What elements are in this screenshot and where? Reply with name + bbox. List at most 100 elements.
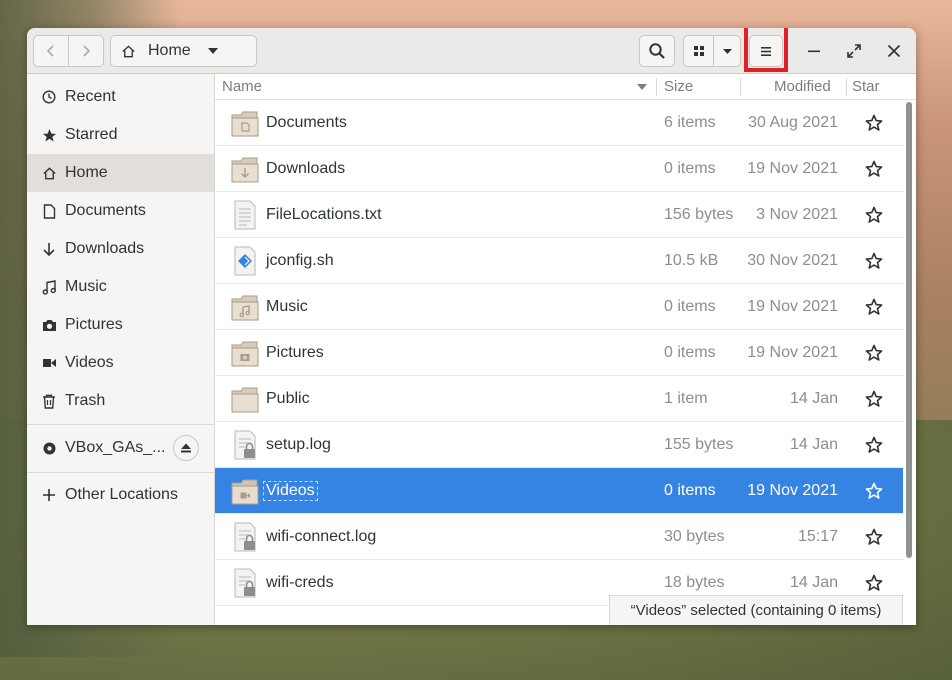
file-modified: 14 Jan (789, 574, 838, 591)
text-file-icon (234, 200, 256, 230)
sidebar-item-label: Videos (65, 354, 114, 371)
locked-file-icon (234, 568, 256, 598)
view-mode-button[interactable] (683, 35, 714, 67)
back-button[interactable] (33, 35, 69, 67)
sidebar-item-home[interactable]: Home (27, 154, 214, 192)
column-modified-header[interactable]: Modified (774, 78, 831, 95)
star-toggle-icon[interactable] (865, 160, 883, 178)
maximize-button[interactable] (838, 35, 870, 67)
sidebar-item-label: Music (65, 278, 107, 295)
file-name: wifi-creds (266, 574, 334, 591)
column-name-header[interactable]: Name (222, 78, 262, 95)
file-row[interactable]: Pictures 0 items 19 Nov 2021 (215, 330, 903, 376)
star-toggle-icon[interactable] (865, 482, 883, 500)
file-row[interactable]: Downloads 0 items 19 Nov 2021 (215, 146, 903, 192)
file-size: 6 items (664, 114, 716, 131)
home-icon (41, 165, 57, 181)
sidebar-item-label: Home (65, 164, 108, 181)
folder-icon (231, 479, 259, 505)
view-options-button[interactable] (714, 35, 741, 67)
star-toggle-icon[interactable] (865, 252, 883, 270)
file-size: 156 bytes (664, 206, 734, 223)
file-size: 1 item (664, 390, 708, 407)
script-file-icon (234, 246, 256, 276)
caret-down-icon (722, 48, 732, 54)
forward-button[interactable] (69, 35, 104, 67)
file-modified: 30 Nov 2021 (747, 252, 838, 269)
folder-icon (231, 295, 259, 321)
eject-button[interactable] (173, 435, 199, 461)
file-size: 18 bytes (664, 574, 725, 591)
grid-view-icon (693, 46, 704, 56)
eject-icon (181, 443, 191, 453)
file-modified: 14 Jan (789, 390, 838, 407)
star-toggle-icon[interactable] (865, 574, 883, 592)
sidebar-item-starred[interactable]: Starred (27, 116, 214, 154)
sidebar-item-recent[interactable]: Recent (27, 78, 214, 116)
search-icon (649, 43, 665, 59)
folder-icon (231, 111, 259, 137)
star-toggle-icon[interactable] (865, 528, 883, 546)
file-row[interactable]: FileLocations.txt 156 bytes 3 Nov 2021 (215, 192, 903, 238)
sidebar-item-downloads[interactable]: Downloads (27, 230, 214, 268)
sidebar-separator (27, 424, 214, 425)
sidebar-item-documents[interactable]: Documents (27, 192, 214, 230)
search-button[interactable] (639, 35, 675, 67)
disc-icon (41, 440, 57, 456)
file-size: 0 items (664, 344, 716, 361)
sidebar-item-label: VBox_GAs_... (65, 439, 166, 456)
caret-down-icon (207, 48, 218, 54)
path-label: Home (148, 42, 191, 59)
minimize-button[interactable] (798, 35, 830, 67)
path-bar-button[interactable]: Home (110, 35, 257, 67)
sidebar-item-pictures[interactable]: Pictures (27, 306, 214, 344)
sidebar-item-music[interactable]: Music (27, 268, 214, 306)
close-button[interactable] (878, 35, 910, 67)
file-name: Public (266, 390, 310, 407)
star-toggle-icon[interactable] (865, 436, 883, 454)
file-row[interactable]: Music 0 items 19 Nov 2021 (215, 284, 903, 330)
file-row[interactable]: jconfig.sh 10.5 kB 30 Nov 2021 (215, 238, 903, 284)
column-header: Name Size Modified Star (215, 74, 916, 100)
file-row[interactable]: Public 1 item 14 Jan (215, 376, 903, 422)
star-toggle-icon[interactable] (865, 344, 883, 362)
sidebar-item-label: Recent (65, 88, 116, 105)
file-row[interactable]: Documents 6 items 30 Aug 2021 (215, 100, 903, 146)
download-icon (41, 241, 57, 257)
sidebar-item-trash[interactable]: Trash (27, 382, 214, 420)
file-modified: 30 Aug 2021 (748, 114, 838, 131)
column-size-header[interactable]: Size (664, 78, 693, 95)
scrollbar-thumb[interactable] (906, 102, 912, 558)
maximize-icon (847, 44, 861, 58)
sidebar-item-label: Pictures (65, 316, 123, 333)
highlight-box (744, 28, 788, 72)
file-modified: 15:17 (797, 528, 838, 545)
star-toggle-icon[interactable] (865, 206, 883, 224)
star-toggle-icon[interactable] (865, 114, 883, 132)
header-bar: Home (27, 28, 916, 74)
file-manager-window: Home Recent Starred Home Documents Downl… (27, 28, 916, 625)
star-toggle-icon[interactable] (865, 298, 883, 316)
locked-file-icon (234, 522, 256, 552)
file-name: jconfig.sh (266, 252, 334, 269)
file-modified: 14 Jan (789, 436, 838, 453)
clock-icon (41, 89, 57, 105)
column-separator (846, 78, 847, 96)
sidebar-item-other-locations[interactable]: Other Locations (27, 476, 214, 514)
star-toggle-icon[interactable] (865, 390, 883, 408)
file-row[interactable]: setup.log 155 bytes 14 Jan (215, 422, 903, 468)
file-modified: 19 Nov 2021 (747, 482, 838, 499)
file-name: wifi-connect.log (266, 528, 377, 545)
column-star-header[interactable]: Star (852, 78, 880, 95)
sidebar-item-label: Starred (65, 126, 118, 143)
chevron-left-icon (46, 45, 54, 57)
plus-icon (41, 487, 57, 503)
file-row[interactable]: Videos 0 items 19 Nov 2021 (215, 468, 903, 514)
sort-descending-icon (637, 84, 647, 90)
chevron-right-icon (83, 45, 91, 57)
file-row[interactable]: wifi-connect.log 30 bytes 15:17 (215, 514, 903, 560)
file-size: 30 bytes (664, 528, 725, 545)
sidebar-item-label: Other Locations (65, 486, 178, 503)
sidebar-item-videos[interactable]: Videos (27, 344, 214, 382)
file-modified: 3 Nov 2021 (756, 206, 838, 223)
